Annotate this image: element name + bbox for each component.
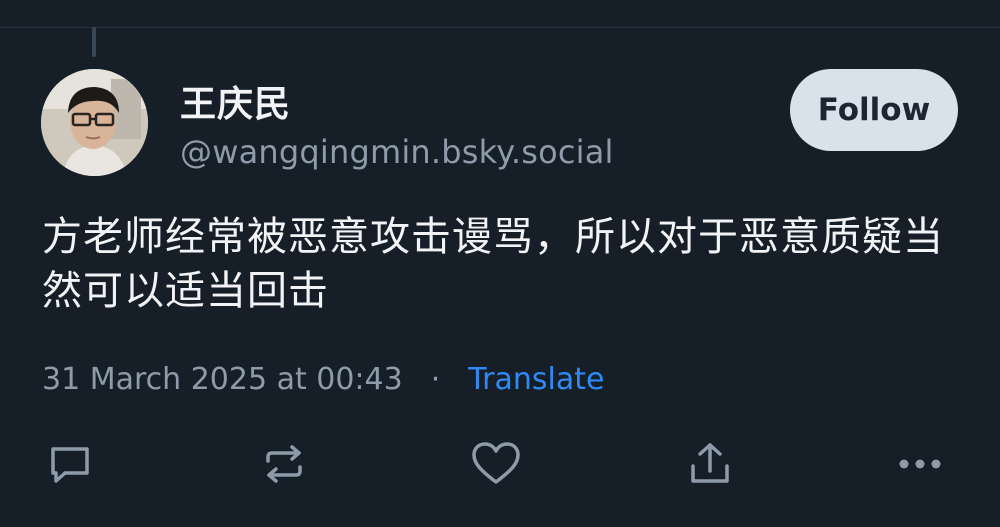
share-button[interactable] <box>682 438 738 494</box>
more-options-button[interactable] <box>892 438 948 494</box>
post-timestamp[interactable]: 31 March 2025 at 00:43 <box>42 362 403 397</box>
repost-button[interactable] <box>256 438 312 494</box>
post-text: 方老师经常被恶意攻击谩骂，所以对于恶意质疑当然可以适当回击 <box>42 214 944 314</box>
translate-link[interactable]: Translate <box>468 362 604 397</box>
thread-connector-line <box>92 27 96 57</box>
share-icon <box>685 439 735 493</box>
like-button[interactable] <box>468 438 524 494</box>
avatar[interactable] <box>41 69 148 176</box>
repost-icon <box>259 439 309 493</box>
post-meta: 31 March 2025 at 00:43 · Translate <box>42 362 604 397</box>
meta-separator: · <box>430 362 441 397</box>
top-divider <box>0 0 1000 28</box>
like-icon <box>470 439 522 493</box>
more-options-icon <box>894 454 946 478</box>
author-display-name[interactable]: 王庆民 <box>180 75 291 127</box>
reply-icon <box>45 439 95 493</box>
reply-button[interactable] <box>42 438 98 494</box>
post-action-bar <box>0 430 1000 500</box>
author-handle[interactable]: @wangqingmin.bsky.social <box>180 133 614 171</box>
follow-button[interactable]: Follow <box>790 69 958 151</box>
